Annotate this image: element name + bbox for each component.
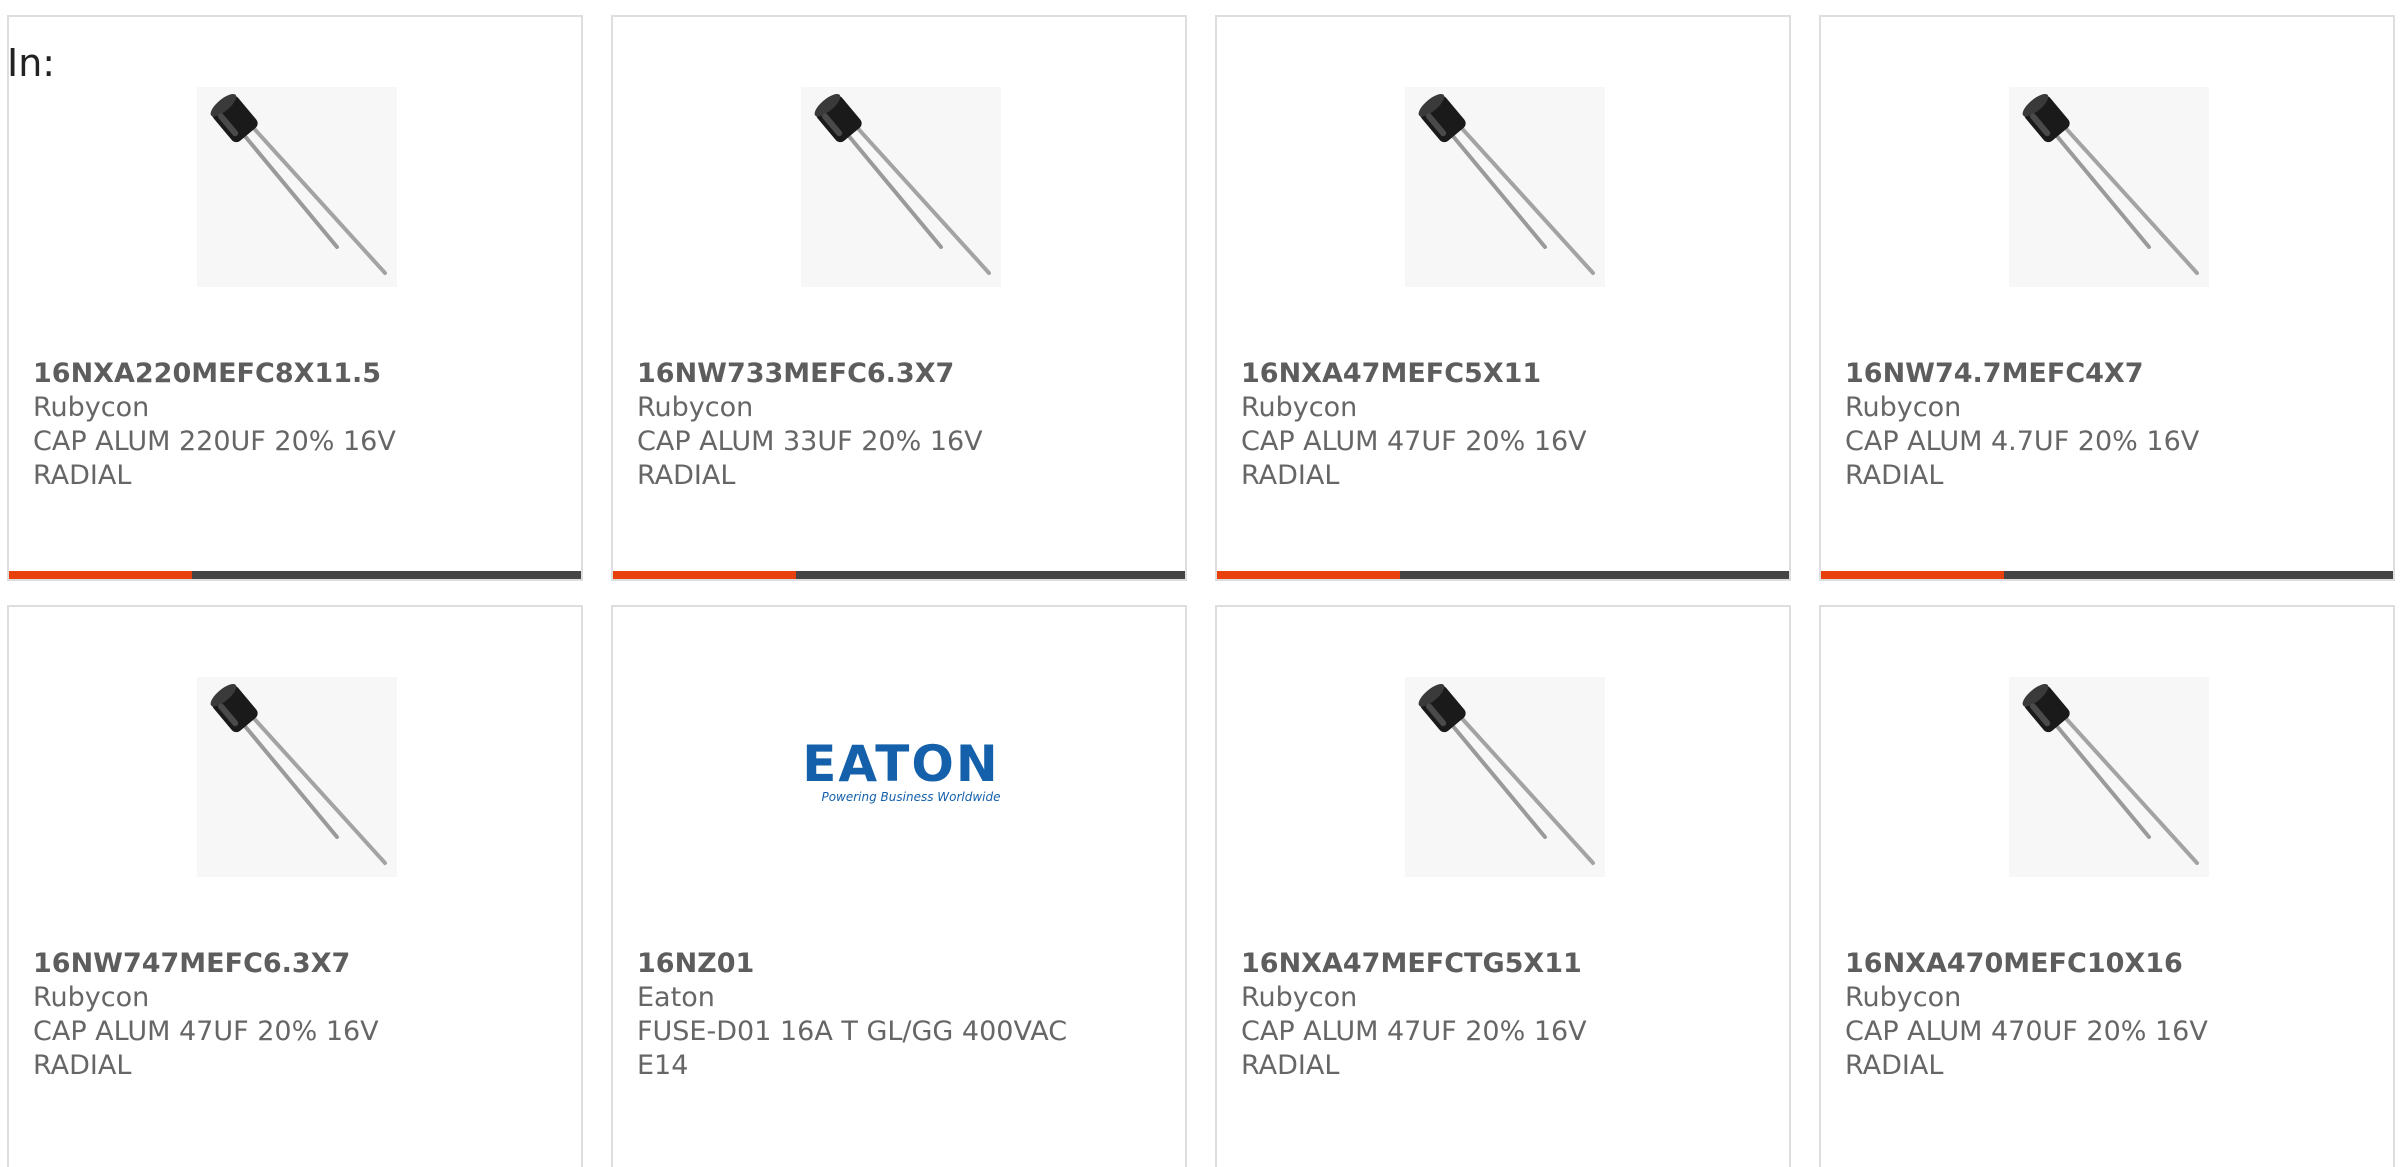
card-progress-fill [1821, 571, 2005, 579]
product-info: 16NXA470MEFC10X16 Rubycon CAP ALUM 470UF… [1845, 947, 2365, 1083]
manufacturer: Rubycon [1845, 392, 1962, 423]
description: CAP ALUM 33UF 20% 16V RADIAL [637, 426, 983, 491]
capacitor-image[interactable] [2009, 87, 2209, 287]
in-label: In: [7, 41, 56, 85]
product-card[interactable]: 16NW74.7MEFC4X7 Rubycon CAP ALUM 4.7UF 2… [1819, 15, 2395, 581]
description: CAP ALUM 47UF 20% 16V RADIAL [1241, 1016, 1587, 1081]
description: CAP ALUM 470UF 20% 16V RADIAL [1845, 1016, 2208, 1081]
manufacturer: Rubycon [33, 392, 150, 423]
capacitor-image[interactable] [197, 87, 397, 287]
description: CAP ALUM 220UF 20% 16V RADIAL [33, 426, 396, 491]
manufacturer: Rubycon [33, 982, 150, 1013]
description: FUSE-D01 16A T GL/GG 400VAC E14 [637, 1016, 1068, 1081]
card-progress-fill [613, 571, 797, 579]
product-card[interactable]: EATON Powering Business Worldwide 16NZ01… [611, 605, 1187, 1167]
manufacturer: Eaton [637, 982, 715, 1013]
product-card[interactable]: 16NW747MEFC6.3X7 Rubycon CAP ALUM 47UF 2… [7, 605, 583, 1167]
part-number[interactable]: 16NZ01 [637, 947, 1157, 981]
part-number[interactable]: 16NXA47MEFCTG5X11 [1241, 947, 1761, 981]
product-info: 16NXA220MEFC8X11.5 Rubycon CAP ALUM 220U… [33, 357, 553, 493]
part-number[interactable]: 16NW747MEFC6.3X7 [33, 947, 553, 981]
part-number[interactable]: 16NXA220MEFC8X11.5 [33, 357, 553, 391]
manufacturer: Rubycon [1845, 982, 1962, 1013]
description: CAP ALUM 47UF 20% 16V RADIAL [1241, 426, 1587, 491]
product-card[interactable]: 16NXA470MEFC10X16 Rubycon CAP ALUM 470UF… [1819, 605, 2395, 1167]
description: CAP ALUM 47UF 20% 16V RADIAL [33, 1016, 379, 1081]
product-info: 16NW733MEFC6.3X7 Rubycon CAP ALUM 33UF 2… [637, 357, 1157, 493]
part-number[interactable]: 16NXA47MEFC5X11 [1241, 357, 1761, 391]
capacitor-image[interactable] [197, 677, 397, 877]
eaton-logo-tagline: Powering Business Worldwide [821, 790, 1000, 804]
card-progress-bar [613, 571, 1185, 579]
capacitor-image[interactable] [801, 87, 1001, 287]
card-progress-bar [1821, 571, 2393, 579]
product-info: 16NXA47MEFCTG5X11 Rubycon CAP ALUM 47UF … [1241, 947, 1761, 1083]
product-card[interactable]: 16NW733MEFC6.3X7 Rubycon CAP ALUM 33UF 2… [611, 15, 1187, 581]
eaton-logo-text: EATON [802, 735, 999, 793]
card-progress-fill [1217, 571, 1401, 579]
card-progress-fill [9, 571, 193, 579]
product-card[interactable]: 16NXA220MEFC8X11.5 Rubycon CAP ALUM 220U… [7, 15, 583, 581]
product-card[interactable]: 16NXA47MEFC5X11 Rubycon CAP ALUM 47UF 20… [1215, 15, 1791, 581]
product-info: 16NW74.7MEFC4X7 Rubycon CAP ALUM 4.7UF 2… [1845, 357, 2365, 493]
description: CAP ALUM 4.7UF 20% 16V RADIAL [1845, 426, 2200, 491]
part-number[interactable]: 16NXA470MEFC10X16 [1845, 947, 2365, 981]
manufacturer: Rubycon [1241, 392, 1358, 423]
product-info: 16NXA47MEFC5X11 Rubycon CAP ALUM 47UF 20… [1241, 357, 1761, 493]
manufacturer: Rubycon [637, 392, 754, 423]
card-progress-bar [9, 571, 581, 579]
part-number[interactable]: 16NW733MEFC6.3X7 [637, 357, 1157, 391]
capacitor-image[interactable] [1405, 87, 1605, 287]
capacitor-image[interactable] [2009, 677, 2209, 877]
eaton-logo[interactable]: EATON Powering Business Worldwide [801, 677, 1001, 877]
product-card[interactable]: 16NXA47MEFCTG5X11 Rubycon CAP ALUM 47UF … [1215, 605, 1791, 1167]
capacitor-image[interactable] [1405, 677, 1605, 877]
manufacturer: Rubycon [1241, 982, 1358, 1013]
product-grid-page: In: 16NXA220MEFC8X11.5 Rubycon CAP ALUM … [0, 0, 2400, 1167]
card-progress-bar [1217, 571, 1789, 579]
product-info: 16NW747MEFC6.3X7 Rubycon CAP ALUM 47UF 2… [33, 947, 553, 1083]
part-number[interactable]: 16NW74.7MEFC4X7 [1845, 357, 2365, 391]
product-info: 16NZ01 Eaton FUSE-D01 16A T GL/GG 400VAC… [637, 947, 1157, 1083]
